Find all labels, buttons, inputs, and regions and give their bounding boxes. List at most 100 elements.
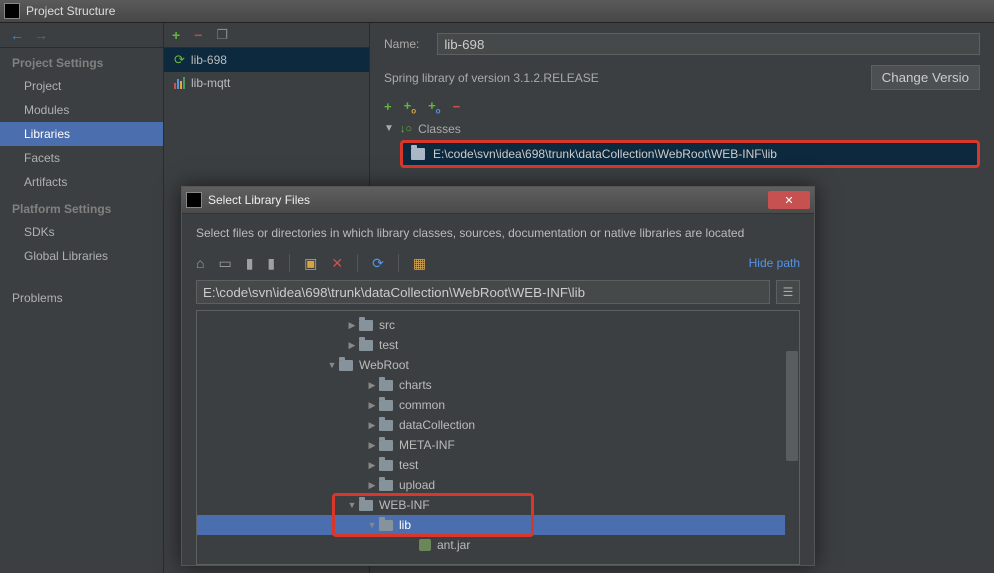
tree-row-ant-jar[interactable]: ant.jar <box>197 535 799 555</box>
sidebar-nav: ← → <box>0 23 163 48</box>
expand-icon: ▼ <box>384 123 394 134</box>
folder-icon <box>379 420 393 431</box>
refresh-icon[interactable]: ⟳ <box>372 255 384 272</box>
sidebar-item-project[interactable]: Project <box>0 74 163 98</box>
remove-library-icon[interactable]: − <box>194 27 202 43</box>
tree-label: dataCollection <box>399 418 475 432</box>
history-button[interactable]: ☰ <box>776 280 800 304</box>
name-row: Name: <box>370 33 994 65</box>
add-root-icon[interactable]: + <box>384 99 392 114</box>
new-folder-icon[interactable]: ▣ <box>304 255 317 272</box>
tree-row-charts[interactable]: ▶charts <box>197 375 799 395</box>
project-icon[interactable]: ▮ <box>246 255 254 272</box>
tree-label: WebRoot <box>359 358 409 372</box>
sidebar-item-libraries[interactable]: Libraries <box>0 122 163 146</box>
settings-sidebar: ← → Project Settings Project Modules Lib… <box>0 23 164 573</box>
chevron-right-icon: ▶ <box>367 460 377 471</box>
chevron-right-icon: ▶ <box>367 440 377 451</box>
sidebar-item-modules[interactable]: Modules <box>0 98 163 122</box>
name-label: Name: <box>384 37 419 51</box>
desktop-icon[interactable]: ▭ <box>218 255 231 272</box>
window-titlebar: Project Structure <box>0 0 994 23</box>
change-version-button[interactable]: Change Versio <box>871 65 980 90</box>
library-item-lib-mqtt[interactable]: lib-mqtt <box>164 72 369 94</box>
tree-label: charts <box>399 378 432 392</box>
tree-row-datacollection[interactable]: ▶dataCollection <box>197 415 799 435</box>
sidebar-group-platform: Platform Settings SDKs Global Libraries <box>0 194 163 268</box>
tree-row-upload[interactable]: ▶upload <box>197 475 799 495</box>
sidebar-group-other: Problems <box>0 286 163 310</box>
add-source-icon[interactable]: +o <box>404 98 416 116</box>
sidebar-item-facets[interactable]: Facets <box>0 146 163 170</box>
sidebar-item-sdks[interactable]: SDKs <box>0 220 163 244</box>
tree-row-lib[interactable]: ▼ lib <box>197 515 799 535</box>
tree-row-webroot[interactable]: ▼WebRoot <box>197 355 799 375</box>
sidebar-group-project: Project Settings Project Modules Librari… <box>0 48 163 194</box>
tree-row-test[interactable]: ▶ test <box>197 455 799 475</box>
library-item-lib-698[interactable]: ⟳ lib-698 <box>164 48 369 72</box>
tree-row-common[interactable]: ▶common <box>197 395 799 415</box>
add-doc-icon[interactable]: +o <box>428 98 440 116</box>
library-list-toolbar: + − ❐ <box>164 23 369 48</box>
library-item-label: lib-698 <box>191 53 227 67</box>
classes-path-row[interactable]: E:\code\svn\idea\698\trunk\dataCollectio… <box>400 140 980 168</box>
folder-icon <box>379 460 393 471</box>
folder-icon <box>379 480 393 491</box>
tree-label: META-INF <box>399 438 455 452</box>
copy-library-icon[interactable]: ❐ <box>216 27 228 43</box>
window-title: Project Structure <box>26 4 115 18</box>
classes-label: Classes <box>418 122 461 136</box>
path-input[interactable] <box>196 280 770 304</box>
select-library-files-dialog: Select Library Files ✕ Select files or d… <box>181 186 815 566</box>
tree-label: test <box>399 458 418 472</box>
folder-icon <box>339 360 353 371</box>
home-icon[interactable]: ⌂ <box>196 255 204 271</box>
separator <box>398 254 399 272</box>
tree-row-test[interactable]: ▶test <box>197 335 799 355</box>
add-library-icon[interactable]: + <box>172 27 180 43</box>
sidebar-item-problems[interactable]: Problems <box>0 286 163 310</box>
chevron-right-icon: ▶ <box>347 340 357 351</box>
back-icon[interactable]: ← <box>10 27 24 43</box>
classes-node[interactable]: ▼ ↓○ Classes <box>370 120 994 138</box>
app-icon <box>4 3 20 19</box>
delete-icon[interactable]: ✕ <box>331 255 343 272</box>
bars-icon <box>174 77 185 89</box>
tree-label: common <box>399 398 445 412</box>
module-icon[interactable]: ▮ <box>267 255 275 272</box>
dialog-body: Select files or directories in which lib… <box>182 214 814 565</box>
close-icon[interactable]: ✕ <box>768 191 810 209</box>
dialog-app-icon <box>186 192 202 208</box>
tree-label: upload <box>399 478 435 492</box>
hide-path-link[interactable]: Hide path <box>749 256 800 270</box>
folder-icon <box>359 320 373 331</box>
tree-row-meta-inf[interactable]: ▶ META-INF <box>197 435 799 455</box>
file-tree[interactable]: ▶src▶test▼WebRoot▶charts▶common▶dataColl… <box>196 310 800 565</box>
separator <box>289 254 290 272</box>
forward-icon[interactable]: → <box>34 27 48 43</box>
library-name-input[interactable] <box>437 33 980 55</box>
tree-label: lib <box>399 518 411 532</box>
separator <box>357 254 358 272</box>
tree-row-src[interactable]: ▶src <box>197 315 799 335</box>
folder-icon <box>359 340 373 351</box>
folder-icon <box>379 520 393 531</box>
sidebar-item-artifacts[interactable]: Artifacts <box>0 170 163 194</box>
chevron-down-icon: ▼ <box>367 520 377 530</box>
scrollbar-vertical[interactable] <box>785 311 799 564</box>
tree-row-web-inf[interactable]: ▼WEB-INF <box>197 495 799 515</box>
group-title-project: Project Settings <box>0 48 163 74</box>
remove-root-icon[interactable]: − <box>453 99 461 114</box>
jar-icon <box>419 539 431 551</box>
scrollbar-thumb[interactable] <box>786 351 798 461</box>
folder-icon <box>359 500 373 511</box>
sidebar-item-global-libraries[interactable]: Global Libraries <box>0 244 163 268</box>
spring-icon: ⟳ <box>174 52 185 68</box>
show-hidden-icon[interactable]: ▦ <box>413 255 426 272</box>
dialog-toolbar: ⌂ ▭ ▮ ▮ ▣ ✕ ⟳ ▦ Hide path <box>196 254 800 272</box>
chevron-right-icon: ▶ <box>347 320 357 331</box>
path-input-row: ☰ <box>196 280 800 304</box>
details-toolbar: + +o +o − <box>370 98 994 120</box>
dialog-titlebar[interactable]: Select Library Files ✕ <box>182 187 814 214</box>
dialog-title-text: Select Library Files <box>208 193 768 207</box>
